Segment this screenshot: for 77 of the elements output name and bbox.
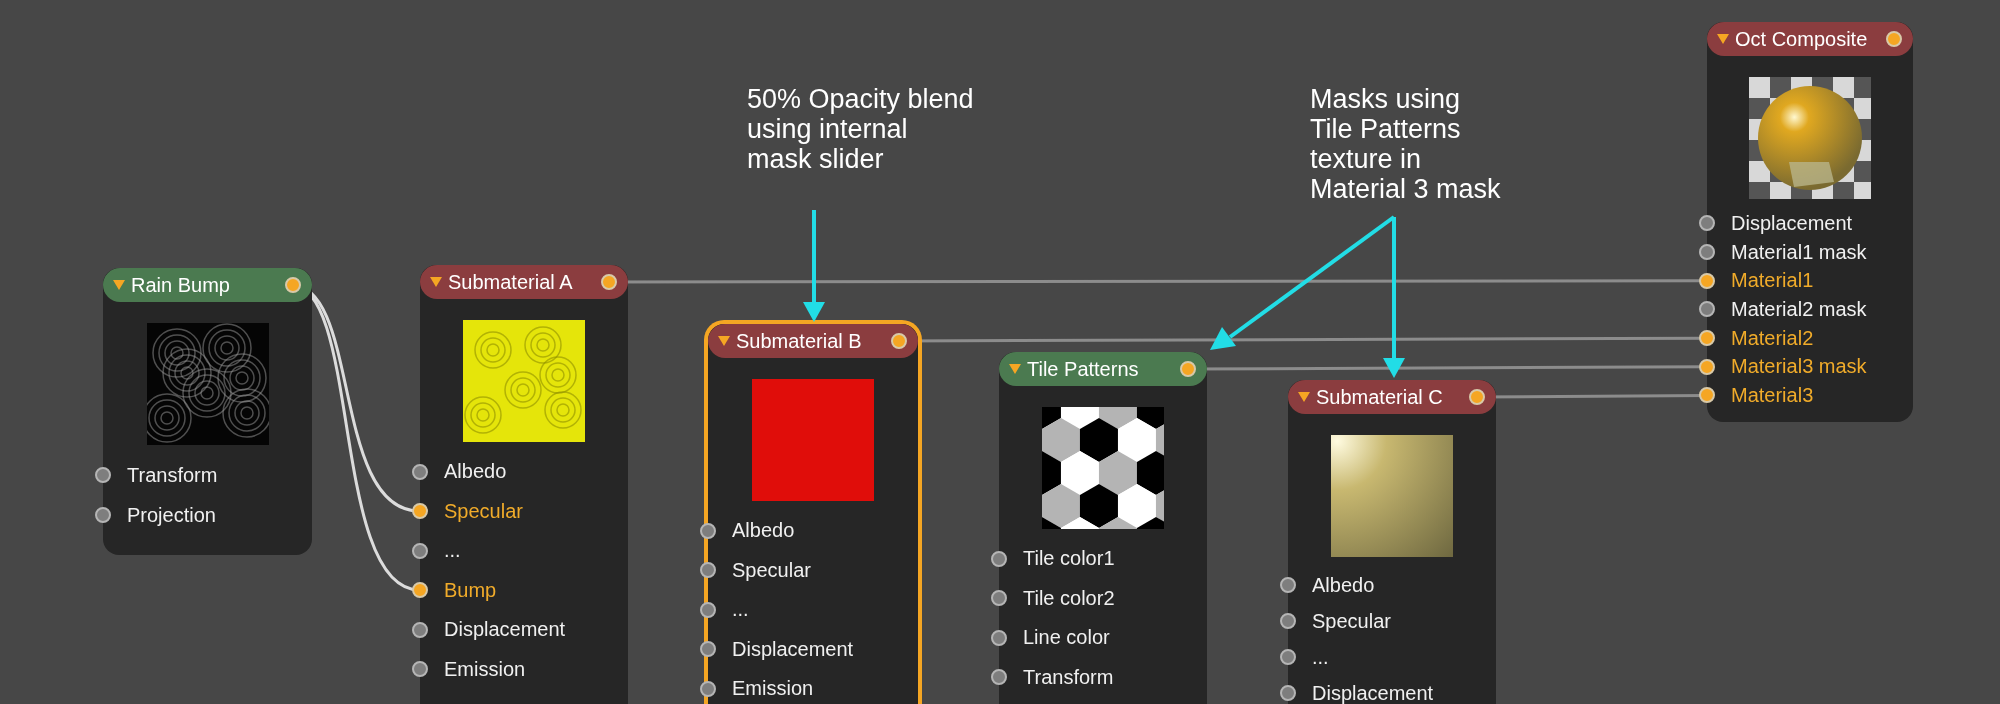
annotation-text: Masks using Tile Patterns texture in Material 3 mask xyxy=(1310,84,1501,204)
input-port[interactable] xyxy=(412,503,428,520)
input-port[interactable] xyxy=(412,463,428,480)
port-label: Albedo xyxy=(1312,573,1375,597)
port-label: Material1 mask xyxy=(1731,240,1867,264)
input-port[interactable] xyxy=(991,550,1007,567)
node-header[interactable]: Rain Bump xyxy=(103,268,312,302)
port-label: ... xyxy=(444,539,461,563)
input-port[interactable] xyxy=(1699,244,1715,261)
port-label: Displacement xyxy=(444,618,566,642)
caret-icon[interactable] xyxy=(718,336,730,346)
input-port[interactable] xyxy=(1699,358,1715,375)
caret-icon[interactable] xyxy=(430,277,442,287)
input-port[interactable] xyxy=(1280,613,1296,629)
annotation-text: 50% Opacity blend using internal mask slider xyxy=(747,84,974,174)
input-port[interactable] xyxy=(1699,272,1715,289)
node-title: Submaterial B xyxy=(736,329,863,353)
port-label: Emission xyxy=(444,657,526,681)
input-port[interactable] xyxy=(1699,301,1715,318)
port-label: Tile color1 xyxy=(1023,547,1115,571)
input-port[interactable] xyxy=(991,590,1007,607)
port-label: Bump xyxy=(444,578,497,602)
node-header[interactable]: Submaterial A xyxy=(420,265,628,299)
input-port[interactable] xyxy=(412,542,428,559)
node-title: Tile Patterns xyxy=(1027,357,1140,381)
output-port[interactable] xyxy=(1180,361,1196,377)
input-port[interactable] xyxy=(1280,649,1296,665)
node-header[interactable]: Submaterial C xyxy=(1288,380,1496,414)
input-port[interactable] xyxy=(1699,330,1715,347)
input-port[interactable] xyxy=(95,467,111,483)
port-label: ... xyxy=(1312,645,1329,669)
port-label: Transform xyxy=(1023,665,1114,689)
port-label: Transform xyxy=(127,463,218,487)
caret-icon[interactable] xyxy=(1717,34,1729,44)
input-port[interactable] xyxy=(700,641,716,658)
input-port[interactable] xyxy=(1699,387,1715,404)
input-port[interactable] xyxy=(412,582,428,599)
port-label: Displacement xyxy=(1312,681,1434,704)
output-port[interactable] xyxy=(1886,31,1902,47)
port-label: Material3 xyxy=(1731,383,1814,407)
port-label: Material2 mask xyxy=(1731,297,1867,321)
port-label: Albedo xyxy=(732,519,795,543)
input-port[interactable] xyxy=(95,507,111,523)
output-port[interactable] xyxy=(1469,389,1485,405)
node-header[interactable]: Tile Patterns xyxy=(999,352,1207,386)
port-label: Material2 xyxy=(1731,326,1814,350)
node-title: Oct Composite xyxy=(1735,27,1869,51)
output-port[interactable] xyxy=(285,277,301,293)
input-port[interactable] xyxy=(991,629,1007,646)
caret-icon[interactable] xyxy=(1298,392,1310,402)
node-title: Submaterial A xyxy=(448,270,574,294)
port-label: Specular xyxy=(732,558,811,582)
input-port[interactable] xyxy=(700,562,716,579)
port-label: Line color xyxy=(1023,626,1110,650)
port-label: Tile color2 xyxy=(1023,586,1115,610)
output-port[interactable] xyxy=(891,333,907,349)
input-port[interactable] xyxy=(1280,577,1296,593)
port-label: Specular xyxy=(444,499,523,523)
output-port[interactable] xyxy=(601,274,617,290)
port-label: Albedo xyxy=(444,460,507,484)
port-label: Specular xyxy=(1312,609,1391,633)
port-label: Material3 mask xyxy=(1731,355,1867,379)
input-port[interactable] xyxy=(1280,685,1296,701)
input-port[interactable] xyxy=(412,621,428,638)
input-port[interactable] xyxy=(412,661,428,678)
port-label: Material1 xyxy=(1731,269,1814,293)
input-port[interactable] xyxy=(991,669,1007,686)
node-title: Rain Bump xyxy=(131,273,231,297)
port-label: Displacement xyxy=(1731,211,1853,235)
input-port[interactable] xyxy=(1699,215,1715,232)
port-label: ... xyxy=(732,598,749,622)
node-header[interactable]: Oct Composite xyxy=(1707,22,1913,56)
port-label: Displacement xyxy=(732,637,854,661)
node-title: Submaterial C xyxy=(1316,385,1444,409)
node-header[interactable]: Submaterial B xyxy=(708,324,918,358)
port-label: Emission xyxy=(732,677,814,701)
port-label: Projection xyxy=(127,503,216,527)
